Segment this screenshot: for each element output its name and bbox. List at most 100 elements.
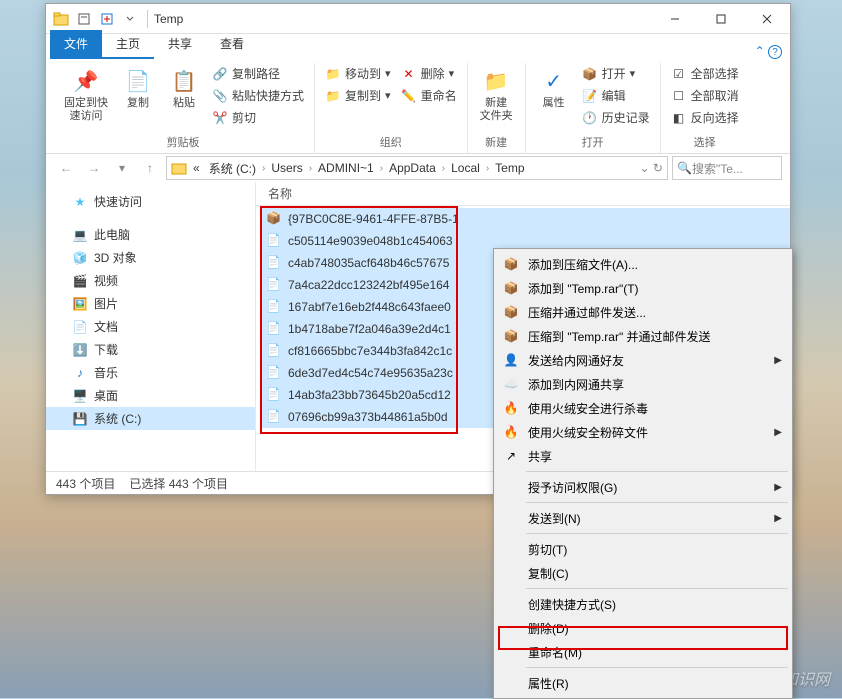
share-icon: 👤 xyxy=(502,351,520,369)
ctx-scan[interactable]: 🔥使用火绒安全进行杀毒 xyxy=(496,396,790,420)
separator xyxy=(526,502,788,503)
nav-pictures[interactable]: 🖼️图片 xyxy=(46,292,255,315)
chevron-right-icon: ▶ xyxy=(774,355,782,366)
ctx-properties[interactable]: 属性(R) xyxy=(496,671,790,695)
ctx-shred[interactable]: 🔥使用火绒安全粉碎文件▶ xyxy=(496,420,790,444)
minimize-button[interactable] xyxy=(652,4,698,34)
winrar-icon: 📦 xyxy=(502,327,520,345)
properties-button[interactable]: ✓属性 xyxy=(532,63,576,112)
ctx-add-archive[interactable]: 📦添加到压缩文件(A)... xyxy=(496,252,790,276)
ctx-compress-temp-email[interactable]: 📦压缩到 "Temp.rar" 并通过邮件发送 xyxy=(496,324,790,348)
chevron-right-icon: ▶ xyxy=(774,482,782,493)
rename-button[interactable]: ✏️重命名 xyxy=(397,85,461,106)
new-folder-button[interactable]: 📁新建文件夹 xyxy=(474,63,519,125)
nav-recent[interactable]: ▾ xyxy=(110,156,134,180)
archive-icon: 📦 xyxy=(266,211,282,227)
file-icon: 📄 xyxy=(266,321,282,337)
ctx-grant-access[interactable]: 授予访问权限(G)▶ xyxy=(496,475,790,499)
separator xyxy=(526,667,788,668)
nav-videos[interactable]: 🎬视频 xyxy=(46,269,255,292)
folder-icon xyxy=(171,160,187,176)
edit-button[interactable]: 📝编辑 xyxy=(578,85,654,106)
nav-desktop[interactable]: 🖥️桌面 xyxy=(46,384,255,407)
file-icon: 📄 xyxy=(266,365,282,381)
paste-shortcut-button[interactable]: 📎粘贴快捷方式 xyxy=(208,85,308,106)
cut-button[interactable]: ✂️剪切 xyxy=(208,107,308,128)
open-button[interactable]: 📦打开 ▾ xyxy=(578,63,654,84)
ribbon-tabs: 文件 主页 共享 查看 ⌃ ? xyxy=(46,34,790,59)
nav-system-c[interactable]: 💾系统 (C:) xyxy=(46,407,255,430)
close-button[interactable] xyxy=(744,4,790,34)
nav-downloads[interactable]: ⬇️下载 xyxy=(46,338,255,361)
tab-share[interactable]: 共享 xyxy=(154,30,206,59)
status-selected-count: 已选择 443 个项目 xyxy=(129,475,228,492)
search-icon: 🔍 xyxy=(677,161,692,175)
history-button[interactable]: 🕐历史记录 xyxy=(578,107,654,128)
copy-path-button[interactable]: 🔗复制路径 xyxy=(208,63,308,84)
chevron-right-icon: ▶ xyxy=(774,513,782,524)
ctx-send-friend[interactable]: 👤发送给内网通好友▶ xyxy=(496,348,790,372)
paste-button[interactable]: 📋粘贴 xyxy=(162,63,206,112)
share-icon: ☁️ xyxy=(502,375,520,393)
breadcrumb[interactable]: « 系统 (C:)› Users› ADMINI~1› AppData› Loc… xyxy=(166,156,668,180)
qat-dropdown[interactable] xyxy=(119,8,141,30)
file-icon: 📄 xyxy=(266,277,282,293)
winrar-icon: 📦 xyxy=(502,255,520,273)
nav-quick-access[interactable]: ★快速访问 xyxy=(46,190,255,213)
file-icon: 📄 xyxy=(266,387,282,403)
ctx-rename[interactable]: 重命名(M) xyxy=(496,640,790,664)
copy-to-button[interactable]: 📁复制到 ▾ xyxy=(321,85,395,106)
chevron-right-icon: ▶ xyxy=(774,427,782,438)
address-bar: ← → ▾ ↑ « 系统 (C:)› Users› ADMINI~1› AppD… xyxy=(46,154,790,182)
share-icon: ↗ xyxy=(502,447,520,465)
ctx-delete[interactable]: 删除(D) xyxy=(496,616,790,640)
ctx-add-temp-rar[interactable]: 📦添加到 "Temp.rar"(T) xyxy=(496,276,790,300)
navigation-pane: ★快速访问 💻此电脑 🧊3D 对象 🎬视频 🖼️图片 📄文档 ⬇️下载 ♪音乐 … xyxy=(46,182,256,471)
ribbon-collapse[interactable]: ⌃ ? xyxy=(755,44,790,60)
ctx-shortcut[interactable]: 创建快捷方式(S) xyxy=(496,592,790,616)
delete-button[interactable]: ✕删除 ▾ xyxy=(397,63,461,84)
tab-view[interactable]: 查看 xyxy=(206,30,258,59)
select-none-button[interactable]: ☐全部取消 xyxy=(667,85,743,106)
flame-icon: 🔥 xyxy=(502,423,520,441)
winrar-icon: 📦 xyxy=(502,303,520,321)
nav-music[interactable]: ♪音乐 xyxy=(46,361,255,384)
select-all-button[interactable]: ☑全部选择 xyxy=(667,63,743,84)
file-icon: 📄 xyxy=(266,409,282,425)
ctx-add-share[interactable]: ☁️添加到内网通共享 xyxy=(496,372,790,396)
maximize-button[interactable] xyxy=(698,4,744,34)
status-item-count: 443 个项目 xyxy=(56,475,115,492)
ctx-send-to[interactable]: 发送到(N)▶ xyxy=(496,506,790,530)
file-icon: 📄 xyxy=(266,255,282,271)
search-input[interactable]: 🔍 搜索"Te... xyxy=(672,156,782,180)
tab-file[interactable]: 文件 xyxy=(50,30,102,59)
qat-properties[interactable] xyxy=(73,8,95,30)
winrar-icon: 📦 xyxy=(502,279,520,297)
separator xyxy=(526,588,788,589)
flame-icon: 🔥 xyxy=(502,399,520,417)
table-row[interactable]: 📦{97BC0C8E-9461-4FFE-87B5-1 xyxy=(262,208,790,230)
context-menu: 📦添加到压缩文件(A)... 📦添加到 "Temp.rar"(T) 📦压缩并通过… xyxy=(493,248,793,699)
ctx-copy[interactable]: 复制(C) xyxy=(496,561,790,585)
nav-this-pc[interactable]: 💻此电脑 xyxy=(46,223,255,246)
file-icon: 📄 xyxy=(266,299,282,315)
nav-forward[interactable]: → xyxy=(82,156,106,180)
separator xyxy=(526,533,788,534)
qat-new[interactable] xyxy=(96,8,118,30)
column-header-name[interactable]: 名称 xyxy=(256,182,790,206)
window-title: Temp xyxy=(154,12,183,26)
ribbon: 📌固定到快速访问 📄复制 📋粘贴 🔗复制路径 📎粘贴快捷方式 ✂️剪切 剪贴板 … xyxy=(46,59,790,154)
tab-home[interactable]: 主页 xyxy=(102,30,154,59)
nav-back[interactable]: ← xyxy=(54,156,78,180)
nav-3d-objects[interactable]: 🧊3D 对象 xyxy=(46,246,255,269)
nav-up[interactable]: ↑ xyxy=(138,156,162,180)
invert-sel-button[interactable]: ◧反向选择 xyxy=(667,107,743,128)
pin-button[interactable]: 📌固定到快速访问 xyxy=(58,63,114,125)
nav-documents[interactable]: 📄文档 xyxy=(46,315,255,338)
ctx-compress-email[interactable]: 📦压缩并通过邮件发送... xyxy=(496,300,790,324)
ctx-cut[interactable]: 剪切(T) xyxy=(496,537,790,561)
folder-icon xyxy=(50,8,72,30)
move-to-button[interactable]: 📁移动到 ▾ xyxy=(321,63,395,84)
copy-button[interactable]: 📄复制 xyxy=(116,63,160,112)
ctx-share[interactable]: ↗共享 xyxy=(496,444,790,468)
